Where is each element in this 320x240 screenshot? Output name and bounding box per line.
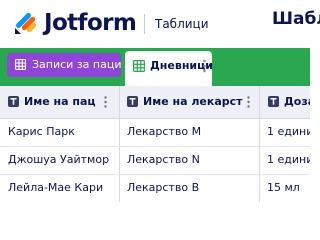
column-header-dose[interactable]: Доза	[284, 86, 310, 118]
table-cell-dose[interactable]: 1 единица	[267, 146, 310, 174]
table-cell-medication[interactable]: Лекарство В	[127, 174, 255, 202]
column-menu-icon[interactable]	[247, 96, 250, 108]
brand-name[interactable]: Jotform	[44, 9, 137, 37]
header-divider	[144, 14, 145, 34]
text-type-icon	[127, 96, 138, 107]
table-cell-medication[interactable]: Лекарство М	[127, 118, 255, 146]
column-header-medication-name[interactable]: Име на лекарство	[143, 86, 243, 118]
table-cell-medication[interactable]: Лекарство N	[127, 146, 255, 174]
tab-label: Записи за паци...	[32, 58, 121, 71]
table-cell-dose[interactable]: 1 единица	[267, 118, 310, 146]
table-cell-patient[interactable]: Джошуа Уайтмор	[8, 146, 116, 174]
column-divider	[119, 86, 120, 202]
top-bar: Jotform Таблици Шабл	[0, 0, 320, 48]
jotform-logo-icon[interactable]	[12, 9, 40, 37]
table-cell-patient[interactable]: Карис Парк	[8, 118, 116, 146]
table-icon	[133, 60, 145, 72]
more-options-icon[interactable]	[203, 59, 206, 73]
column-menu-icon[interactable]	[104, 96, 107, 108]
table-cell-dose[interactable]: 15 мл	[267, 174, 310, 202]
column-divider	[259, 86, 260, 202]
table-cell-patient[interactable]: Лейла-Мае Кари	[8, 174, 116, 202]
text-type-icon	[268, 96, 279, 107]
table-icon	[15, 59, 26, 70]
column-header-patient-name[interactable]: Име на паци...	[24, 86, 96, 118]
tab-logs[interactable]: Дневници	[125, 51, 213, 86]
text-type-icon	[8, 96, 19, 107]
product-name[interactable]: Таблици	[155, 15, 209, 33]
tab-patient-records[interactable]: Записи за паци...	[7, 53, 121, 77]
document-title[interactable]: Шабл	[272, 8, 320, 30]
